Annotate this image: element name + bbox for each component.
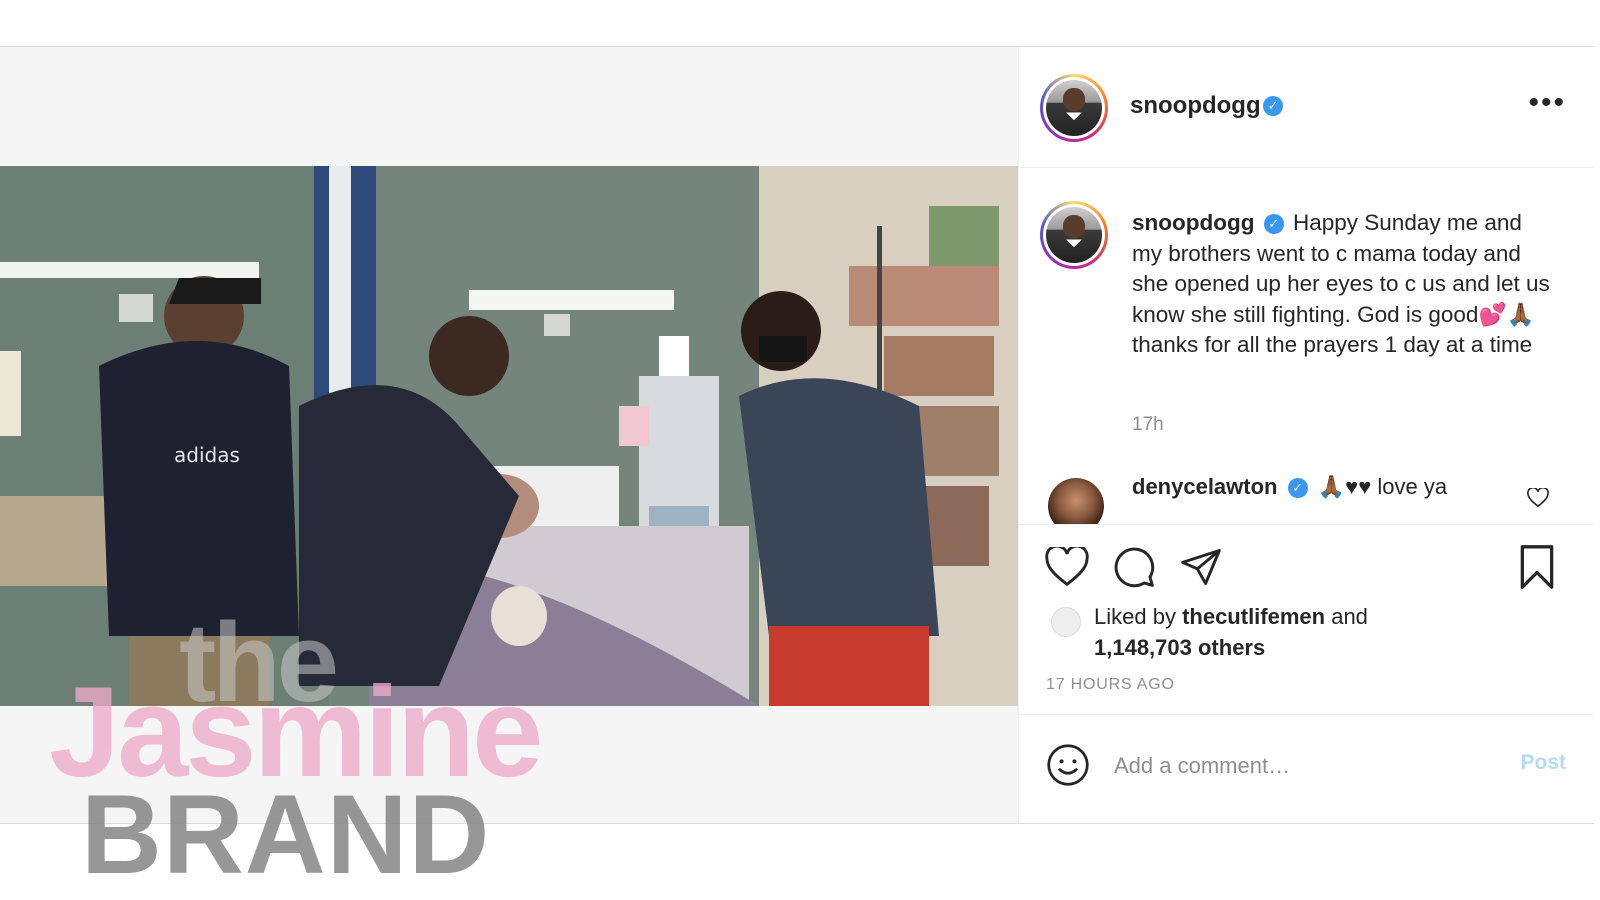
- comment-input[interactable]: [1112, 745, 1476, 787]
- liked-by-avatar[interactable]: [1051, 607, 1081, 637]
- verified-badge-icon: ✓: [1263, 214, 1284, 234]
- comment-text-line: denycelawton ✓ 🙏🏾♥♥ love ya: [1132, 474, 1447, 500]
- share-icon[interactable]: [1179, 545, 1223, 594]
- bookmark-icon[interactable]: [1517, 545, 1557, 594]
- caption: snoopdogg ✓ Happy Sunday me and my broth…: [1132, 208, 1552, 361]
- caption-time[interactable]: 17h: [1132, 414, 1164, 436]
- instagram-post: adidas the Jasmine BRAND snoopdogg ✓ •••…: [0, 46, 1594, 891]
- media-area: adidas the Jasmine BRAND: [0, 47, 1018, 891]
- more-options-icon[interactable]: •••: [1528, 88, 1566, 118]
- svg-text:adidas: adidas: [174, 443, 240, 467]
- caption-username[interactable]: snoopdogg: [1132, 210, 1254, 235]
- post-side-panel: snoopdogg ✓ ••• snoopdogg ✓ Happy Sunday…: [1018, 47, 1594, 823]
- comment-item: denycelawton ✓ 🙏🏾♥♥ love ya: [1019, 460, 1594, 524]
- author-avatar[interactable]: [1040, 74, 1108, 142]
- add-comment-bar: Post: [1019, 714, 1594, 824]
- watermark-brand: BRAND: [81, 772, 491, 897]
- commenter-username[interactable]: denycelawton: [1132, 474, 1277, 499]
- likes-count[interactable]: 1,148,703 others: [1094, 635, 1265, 660]
- commenter-avatar[interactable]: [1048, 478, 1104, 524]
- caption-author-avatar[interactable]: [1040, 201, 1108, 269]
- post-comment-button[interactable]: Post: [1520, 751, 1566, 775]
- verified-badge-icon: ✓: [1263, 96, 1283, 116]
- likes-suffix: and: [1325, 604, 1368, 629]
- post-timestamp[interactable]: 17 hours ago: [1046, 676, 1175, 694]
- likes-prefix: Liked by: [1094, 604, 1183, 629]
- liked-by-user[interactable]: thecutlifemen: [1182, 604, 1325, 629]
- comment-text: 🙏🏾♥♥ love ya: [1317, 474, 1448, 499]
- comments-list: snoopdogg ✓ Happy Sunday me and my broth…: [1019, 168, 1594, 524]
- heart-icon[interactable]: [1045, 544, 1089, 592]
- author-username[interactable]: snoopdogg: [1130, 92, 1261, 120]
- post-actions: Liked by thecutlifemen and 1,148,703 oth…: [1019, 524, 1594, 715]
- comment-icon[interactable]: [1112, 545, 1156, 594]
- comment-like-heart-icon[interactable]: [1527, 486, 1549, 513]
- post-header: snoopdogg ✓ •••: [1019, 47, 1594, 168]
- likes-summary: Liked by thecutlifemen and 1,148,703 oth…: [1094, 601, 1368, 663]
- emoji-icon[interactable]: [1046, 743, 1090, 792]
- hospital-room-photo: adidas: [0, 166, 1018, 706]
- verified-badge-icon: ✓: [1287, 478, 1308, 498]
- post-photo[interactable]: adidas: [0, 166, 1018, 706]
